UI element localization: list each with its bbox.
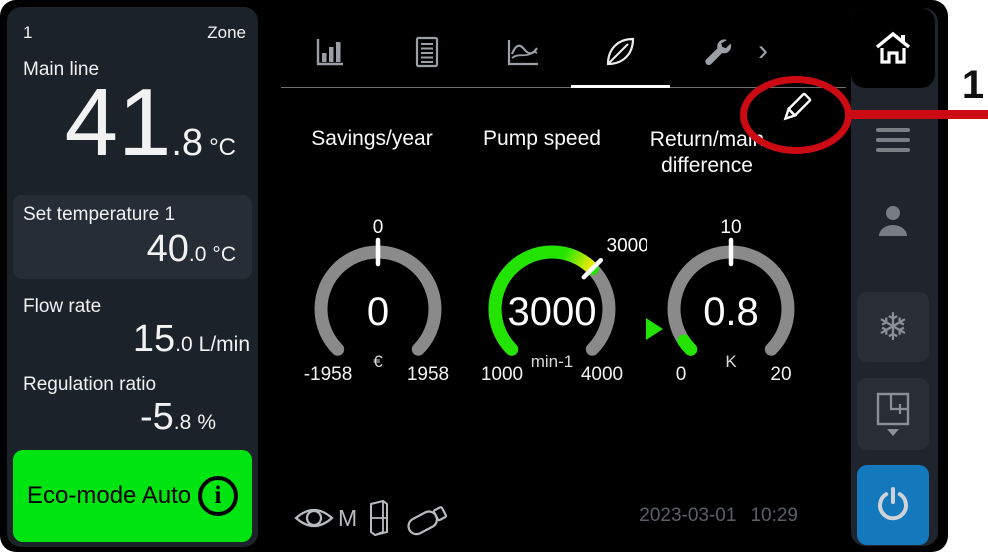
set-temp-dec: .0	[189, 243, 207, 266]
eco-mode-label: Eco-mode Auto	[27, 482, 198, 510]
datetime: 2023-03-01 10:29	[639, 505, 798, 527]
annotation-circle	[740, 76, 852, 154]
flow-rate-value: 15.0 L/min	[133, 320, 250, 358]
zones-icon	[876, 392, 910, 426]
gauge-min-label: 0	[676, 364, 687, 385]
time-label: 10:29	[750, 505, 798, 527]
monitor-mode-label: M	[338, 505, 357, 532]
gauge-max-label: 4000	[581, 364, 623, 385]
gauge-max-label: 1958	[407, 364, 449, 385]
reg-int: -5	[140, 396, 174, 438]
regulation-ratio-value: -5.8%	[140, 398, 216, 436]
gauge-fill-tip	[564, 253, 592, 268]
main-line-dec: .8	[171, 122, 203, 164]
zone-panel: 1 Zone Main line 41.8°C Set temperature …	[7, 7, 258, 547]
gauge-title-pump-speed: Pump speed	[447, 127, 637, 151]
regulation-ratio-label: Regulation ratio	[23, 374, 156, 396]
tab-statistics[interactable]	[307, 28, 353, 76]
gauge-pointer-label: 0	[373, 217, 384, 238]
tab-trends[interactable]	[500, 28, 546, 76]
sidebar-item-menu[interactable]	[857, 116, 929, 164]
status-icons: M	[294, 498, 455, 538]
user-icon	[875, 203, 911, 239]
document-icon	[412, 36, 442, 68]
gauge-value: 0.8	[703, 290, 759, 334]
sidebar-item-user[interactable]	[857, 196, 929, 246]
gauge-savings: 0 0 € -1958 1958	[283, 212, 473, 417]
reg-dec: .8	[174, 411, 192, 434]
gauge-max-label: 20	[770, 364, 791, 385]
gauge-min-label: 1000	[481, 364, 523, 385]
sidebar-item-zones[interactable]	[857, 378, 929, 450]
chevron-right-icon[interactable]: ›	[748, 34, 778, 68]
gauge-pointer-label: 10	[720, 217, 741, 238]
gauge-value: 3000	[508, 290, 597, 334]
wrench-icon	[700, 36, 732, 68]
tab-report[interactable]	[404, 28, 450, 76]
page: 1 Zone Main line 41.8°C Set temperature …	[0, 0, 988, 555]
gauge-fill	[684, 341, 691, 349]
flow-int: 15	[133, 318, 175, 360]
flow-dec: .0	[175, 333, 193, 356]
snowflake-icon: ❄	[877, 305, 909, 349]
setpoint-pointer-icon	[646, 318, 663, 340]
home-icon	[874, 31, 912, 65]
annotation-line	[848, 110, 988, 119]
tab-settings[interactable]	[693, 28, 739, 76]
eco-mode-button[interactable]: Eco-mode Auto i	[13, 450, 252, 542]
memory-card-icon	[367, 499, 391, 537]
gauge-return-diff: 10 0.8 K 0 20	[636, 212, 826, 417]
gauge-unit: €	[373, 352, 383, 371]
set-temp-unit: °C	[212, 243, 236, 266]
leaf-icon	[602, 34, 638, 70]
info-icon[interactable]: i	[198, 476, 238, 516]
set-temperature-card[interactable]: Set temperature 1 40.0°C	[13, 195, 252, 279]
sidebar: ❄	[851, 8, 938, 546]
tab-eco[interactable]	[597, 28, 643, 76]
usb-drive-icon	[401, 498, 455, 538]
active-tab-indicator	[571, 85, 670, 88]
zone-label: Zone	[207, 23, 246, 43]
zone-number: 1	[23, 23, 32, 43]
reg-unit: %	[197, 411, 216, 434]
sidebar-item-frost-protection[interactable]: ❄	[857, 292, 929, 362]
main-line-value: 41.8°C	[65, 75, 236, 171]
annotation-number: 1	[953, 63, 988, 108]
sidebar-item-power[interactable]	[857, 465, 929, 545]
bar-chart-icon	[314, 36, 346, 68]
power-icon	[873, 485, 913, 525]
flow-rate-label: Flow rate	[23, 296, 101, 318]
gauge-title-savings: Savings/year	[277, 127, 467, 151]
set-temperature-value: 40.0°C	[23, 230, 236, 268]
chevron-down-icon	[887, 429, 899, 436]
set-temperature-label: Set temperature 1	[23, 204, 236, 226]
gauge-unit: K	[725, 352, 737, 371]
eye-monitor-icon	[294, 502, 334, 534]
set-temp-int: 40	[147, 228, 189, 270]
date-label: 2023-03-01	[639, 505, 736, 527]
gauge-unit: min-1	[531, 352, 574, 371]
gauge-value: 0	[367, 290, 389, 334]
main-line-unit: °C	[209, 134, 236, 161]
main-line-int: 41	[65, 69, 172, 176]
sidebar-item-home[interactable]	[851, 8, 935, 88]
gauge-pump-speed: 30003000min-110004000	[457, 212, 647, 417]
line-chart-icon	[506, 36, 540, 68]
flow-unit: L/min	[199, 333, 250, 356]
gauge-min-label: -1958	[304, 364, 353, 385]
